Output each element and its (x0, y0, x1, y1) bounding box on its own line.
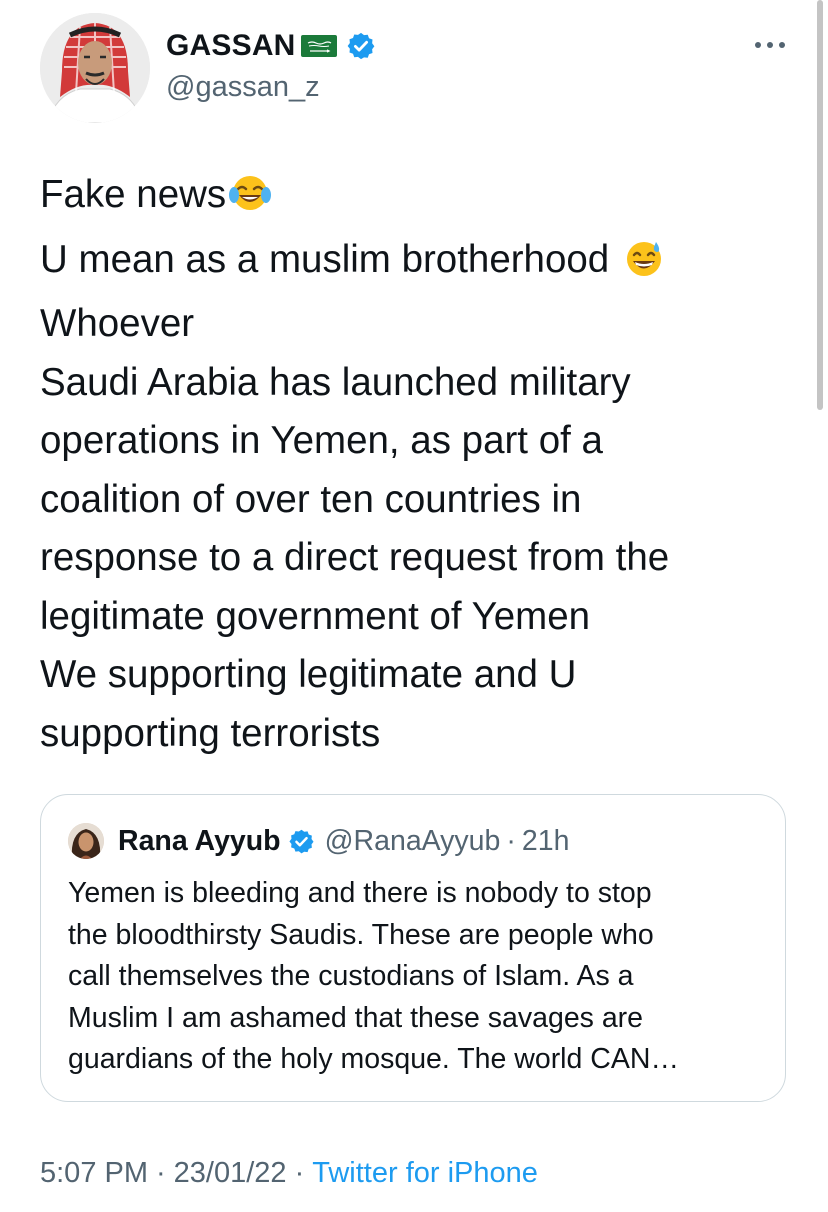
tweet-line: Saudi Arabia has launched military (40, 360, 631, 404)
author-avatar-image (40, 13, 150, 123)
tweet-meta: 5:07 PM · 23/01/22 · Twitter for iPhone (40, 1153, 538, 1193)
author-avatar[interactable] (40, 13, 150, 123)
face-with-tears-of-joy-emoji (228, 172, 272, 231)
tweet-line: coalition of over ten countries in (40, 477, 582, 521)
verified-icon (346, 31, 376, 61)
tweet-time[interactable]: 5:07 PM (40, 1157, 148, 1190)
tweet-line: U mean as a muslim brotherhood (40, 231, 800, 296)
separator-dot: · (156, 1156, 166, 1189)
quoted-tweet-line: the bloodthirsty Saudis. These are peopl… (68, 918, 654, 951)
tweet-line: operations in Yemen, as part of a (40, 419, 603, 462)
tweet-line: We supporting legitimate and U (40, 653, 577, 696)
verified-icon (288, 828, 315, 855)
tweet-line: response to a direct request from the (40, 536, 670, 579)
separator-dot: · (294, 1156, 305, 1189)
quoted-tweet-line: guardians of the holy mosque. The world … (68, 1043, 679, 1075)
quoted-tweet-header: Rana Ayyub @RanaAyyub · 21h (68, 823, 569, 859)
quoted-author-handle[interactable]: @RanaAyyub (325, 825, 501, 858)
author-display-name[interactable]: GASSAN (166, 29, 296, 63)
author-name-row[interactable]: GASSAN (166, 28, 376, 64)
more-options-button[interactable] (748, 30, 792, 60)
tweet-text: Fake news U mean as a muslim brotherhood… (40, 166, 800, 763)
scrollbar[interactable] (817, 0, 823, 410)
quoted-tweet-line: Yemen is bleeding and there is nobody to… (68, 877, 652, 909)
saudi-flag-emoji (300, 33, 338, 59)
tweet-line: legitimate government of Yemen (40, 594, 591, 638)
quoted-author-avatar[interactable] (68, 823, 104, 859)
tweet-source-link[interactable]: Twitter for iPhone (312, 1157, 538, 1190)
quoted-tweet-card[interactable]: Rana Ayyub @RanaAyyub · 21h Yemen is ble… (40, 794, 786, 1102)
tweet-date[interactable]: 23/01/22 (174, 1157, 287, 1190)
grinning-face-with-sweat-emoji (622, 237, 666, 296)
separator-dot: · (506, 824, 516, 857)
tweet-detail-page: GASSAN @gassan_z Fake news U mean as a m… (0, 0, 828, 1212)
quoted-tweet-line: Muslim I am ashamed that these savages a… (68, 1001, 644, 1034)
tweet-line: supporting terrorists (40, 711, 381, 755)
quoted-tweet-line: call themselves the custodians of Islam.… (68, 960, 634, 992)
more-options-icon (755, 42, 785, 48)
author-handle[interactable]: @gassan_z (166, 71, 320, 104)
quoted-author-name[interactable]: Rana Ayyub (118, 825, 281, 858)
tweet-line: Whoever (40, 302, 195, 345)
quoted-tweet-text: Yemen is bleeding and there is nobody to… (68, 873, 768, 1081)
tweet-line: Fake news (40, 166, 800, 231)
quoted-tweet-time[interactable]: 21h (522, 825, 570, 858)
